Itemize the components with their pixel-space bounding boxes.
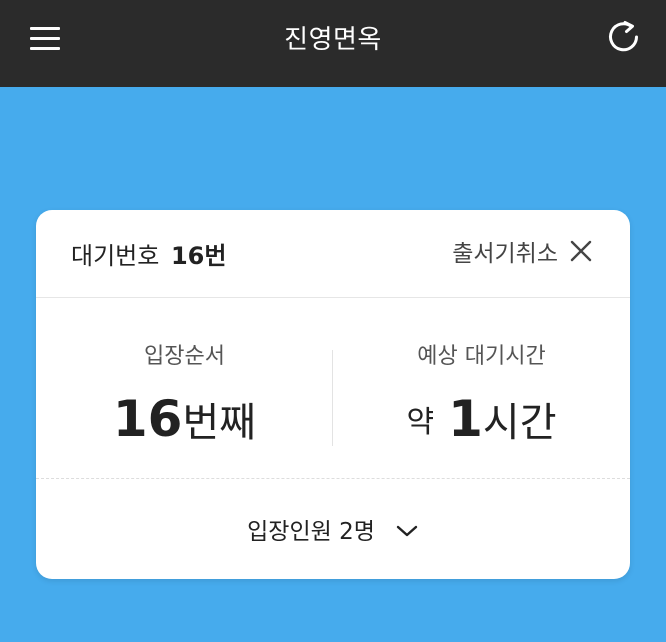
queue-stats: 입장순서 16번째 예상 대기시간 약 1시간 bbox=[36, 298, 630, 479]
party-size-dropdown[interactable]: 입장인원 2명 bbox=[36, 478, 630, 579]
queue-position-value: 16번째 bbox=[36, 390, 333, 448]
refresh-icon bbox=[609, 21, 638, 52]
estimated-wait-prefix: 약 bbox=[406, 405, 435, 440]
cancel-queue-label: 출서기취소 bbox=[452, 241, 558, 267]
queue-position-number: 16 bbox=[112, 390, 183, 448]
ticket-number-label: 대기번호 bbox=[71, 242, 160, 270]
refresh-button[interactable] bbox=[605, 18, 643, 56]
estimated-wait-value: 약 1시간 bbox=[333, 390, 630, 448]
estimated-wait-label: 예상 대기시간 bbox=[417, 344, 546, 369]
estimated-wait-stat: 예상 대기시간 약 1시간 bbox=[333, 298, 630, 478]
queue-position-unit: 번째 bbox=[182, 400, 257, 446]
estimated-wait-number: 1 bbox=[448, 390, 483, 448]
estimated-wait-unit: 시간 bbox=[482, 400, 557, 446]
cancel-queue-button[interactable]: 출서기취소 bbox=[452, 234, 594, 268]
top-app-bar: 진영면옥 bbox=[0, 0, 666, 87]
ticket-header: 대기번호 16번 출서기취소 bbox=[36, 210, 630, 298]
queue-position-stat: 입장순서 16번째 bbox=[36, 298, 333, 478]
queue-position-label: 입장순서 bbox=[144, 344, 225, 369]
ticket-number-value: 16번 bbox=[170, 242, 227, 270]
chevron-down-icon bbox=[396, 525, 418, 536]
ticket-number-text: 대기번호 16번 bbox=[71, 236, 226, 271]
party-size-label: 입장인원 2명 bbox=[247, 518, 375, 545]
app-title: 진영면옥 bbox=[284, 25, 382, 55]
waiting-ticket-card: 대기번호 16번 출서기취소 입장순서 16번째 예상 대기시간 약 1시간 입장… bbox=[36, 210, 630, 579]
close-icon bbox=[570, 240, 592, 262]
